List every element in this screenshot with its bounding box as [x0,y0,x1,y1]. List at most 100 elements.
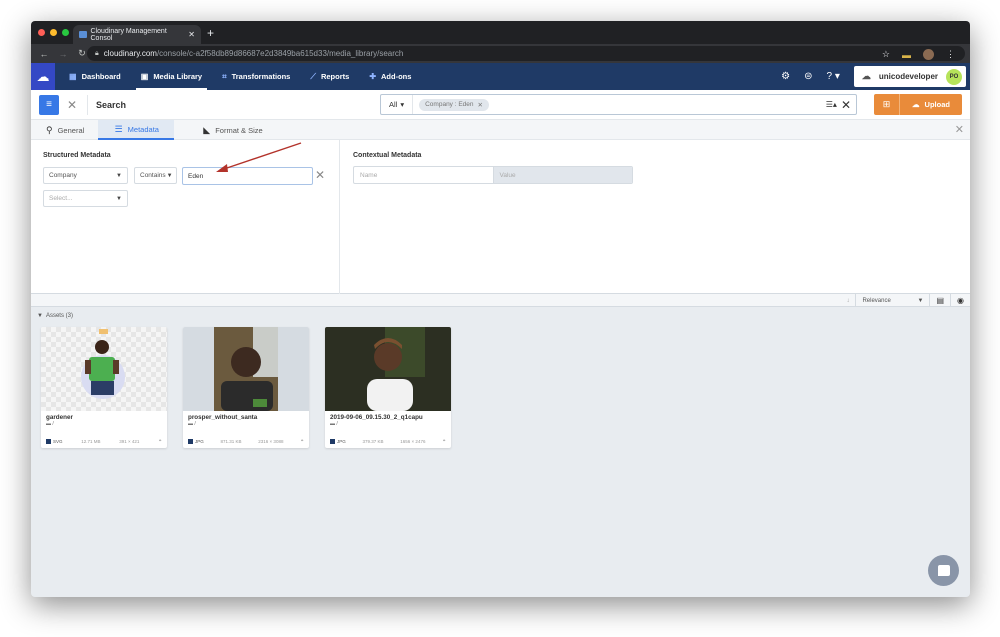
add-field-dropdown[interactable]: Select... ▼ [43,190,128,207]
list-view-icon[interactable]: ▤ [929,294,950,307]
chart-icon: ⟋ [310,71,316,81]
upload-widget-button[interactable]: ⊞ [874,94,900,115]
asset-card[interactable]: prosper_without_santa ▬ / JPG 871.31 KB … [183,327,309,448]
nav-label: Reports [320,72,350,81]
ruler-triangle-icon: ◣ [203,124,211,135]
upload-group: ⊞ ☁ Upload [874,94,962,115]
maximize-window-button[interactable] [62,29,69,36]
asset-folder: ▬ / [188,421,196,427]
url-host: cloudinary.com [103,49,157,58]
metadata-filter-panel: Structured Metadata Company ▼ Contains ▼ E… [31,140,970,294]
hamburger-menu-button[interactable]: ≡ [39,94,59,115]
asset-meta: SVG 12.71 MB 391 × 421 ⚭ [46,438,162,444]
nav-dashboard[interactable]: ▦ Dashboard [59,63,131,90]
image-format-icon [330,438,335,444]
profile-avatar[interactable] [923,49,934,60]
tab-title: Cloudinary Management Consol [90,27,167,42]
filter-tabs: ⚲ General ☰ Metadata ◣ Format & Size ✕ [31,120,970,140]
header-actions: ⚙ ⊜ ? ▾ ☁ unicodeveloper PO [781,63,966,90]
bookmark-star-icon[interactable]: ☆ [882,49,890,60]
sort-dropdown[interactable]: Relevance ▼ [855,294,929,307]
asset-name: 2019-09-06_09.15.30_2_q1capu [330,414,423,421]
context-value-input[interactable]: Value [492,167,632,183]
chat-support-button[interactable] [928,555,959,586]
new-tab-button[interactable]: + [207,26,214,40]
grid-icon: ▦ [69,72,77,81]
asset-card[interactable]: gardener ▬ / SVG 12.71 MB 391 × 421 ⚭ [41,327,167,448]
nav-media-library[interactable]: ▣ Media Library [131,63,212,90]
tab-general[interactable]: ⚲ General [31,120,98,140]
help-icon[interactable]: ? ▾ [827,71,840,82]
chip-label: Company : Eden [425,100,474,108]
search-header: ≡ ✕ Search All ▾ Company : Eden ✕ ☰▴ ✕ ⊞ ☁… [31,90,970,120]
field-dropdown[interactable]: Company ▼ [43,167,128,184]
stack-icon[interactable]: ⊜ [804,71,812,82]
image-format-icon [188,438,193,444]
tab-metadata[interactable]: ☰ Metadata [98,120,175,140]
cloudinary-logo-icon[interactable]: ☁ [31,63,55,90]
folder-path: / [52,421,54,427]
close-window-button[interactable] [38,29,45,36]
link-icon[interactable]: ⚭ [158,438,162,444]
prosper-image [214,327,278,411]
app-header: ☁ ▦ Dashboard ▣ Media Library ⌗ Transformat… [31,63,970,90]
section-title: Structured Metadata [43,152,111,159]
scope-dropdown[interactable]: All ▾ [381,95,414,114]
search-input[interactable]: All ▾ Company : Eden ✕ ☰▴ ✕ [380,94,857,115]
remove-condition-icon[interactable]: ✕ [315,168,325,182]
preview-eye-icon[interactable]: ◉ [950,294,970,307]
url-field[interactable]: 🔒︎ cloudinary.com /console/c-a2f58db89d8… [87,46,965,61]
context-name-input[interactable]: Name [354,167,493,183]
filters-toggle-icon[interactable]: ☰▴ [826,100,837,109]
forward-icon[interactable]: → [57,49,69,59]
assets-header[interactable]: ▼ Assets (3) [37,313,73,319]
close-search-button[interactable]: ✕ [67,98,81,112]
sort-direction-icon[interactable]: ↓ [840,294,855,307]
asset-size: 379.37 KB [362,438,384,444]
structured-metadata-section: Structured Metadata Company ▼ Contains ▼ E… [31,140,340,294]
settings-gear-icon[interactable]: ⚙ [781,71,790,82]
asset-meta: JPG 379.37 KB 1656 × 2476 ⚭ [330,438,446,444]
tab-format-size[interactable]: ◣ Format & Size [188,120,276,140]
caret-down-icon: ▼ [166,172,173,179]
link-icon[interactable]: ⚭ [442,438,446,444]
chip-remove-icon[interactable]: ✕ [478,101,483,109]
user-avatar: PO [946,68,962,85]
section-title: Contextual Metadata [353,152,422,159]
account-menu[interactable]: ☁ unicodeveloper PO [853,66,966,87]
value-input[interactable]: Eden [182,167,313,185]
filter-chip[interactable]: Company : Eden ✕ [419,98,489,111]
puzzle-icon: ✚ [369,72,377,81]
browser-tab[interactable]: Cloudinary Management Consol ✕ [73,25,201,44]
close-tab-icon[interactable]: ✕ [188,30,195,39]
nav-add-ons[interactable]: ✚ Add-ons [359,63,421,90]
nav-label: Dashboard [81,72,121,81]
results-controls: ↓ Relevance ▼ ▤ ◉ [840,294,970,307]
browser-window: Cloudinary Management Consol ✕ + ← → ↻ 🔒… [31,21,970,597]
operator-dropdown[interactable]: Contains ▼ [134,167,177,184]
placeholder: Select... [49,195,73,202]
link-icon[interactable]: ⚭ [300,438,304,444]
nav-reports[interactable]: ⟋ Reports [300,63,359,90]
browser-menu-icon[interactable]: ⋮ [946,49,955,60]
close-filters-icon[interactable]: ✕ [955,123,964,136]
asset-folder: ▬ / [330,421,338,427]
upload-button[interactable]: ☁ Upload [900,94,962,115]
extension-icon[interactable]: ▬ [902,50,911,60]
nav-transformations[interactable]: ⌗ Transformations [212,63,300,90]
image-format-icon [46,438,51,444]
minimize-window-button[interactable] [50,29,57,36]
clear-search-icon[interactable]: ✕ [841,98,851,112]
asset-format: JPG [337,438,346,444]
asset-card[interactable]: 2019-09-06_09.15.30_2_q1capu ▬ / JPG 379… [325,327,451,448]
sort-value: Relevance [862,297,891,304]
nav-label: Media Library [153,72,203,81]
asset-dimensions: 1656 × 2476 [400,438,426,444]
results-toolbar: ↓ Relevance ▼ ▤ ◉ [31,294,970,307]
cloud-icon: ☁ [861,71,871,81]
back-icon[interactable]: ← [38,49,50,59]
search-title: Search [96,99,127,110]
url-path: /console/c-a2f58db89d86687e2d3849ba615d3… [156,49,404,58]
asset-format: JPG [195,438,204,444]
asset-format: SVG [53,438,63,444]
